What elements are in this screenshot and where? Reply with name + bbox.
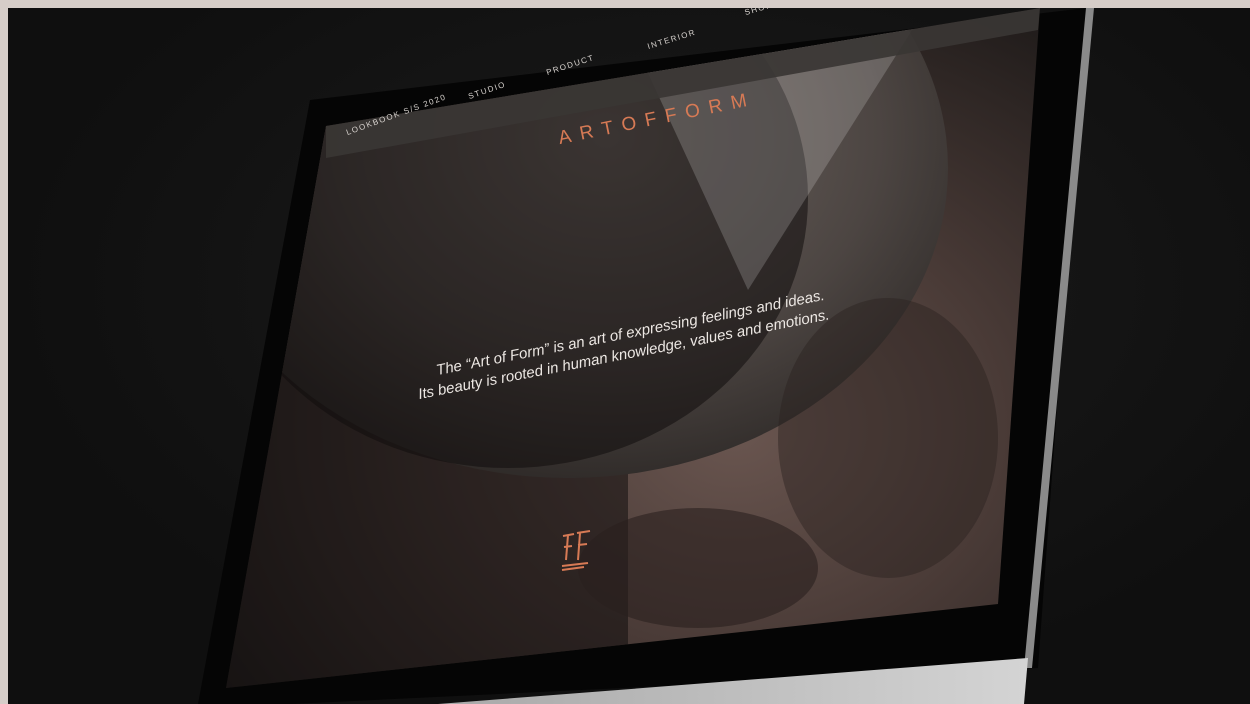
af-monogram-icon (560, 530, 594, 579)
mockup-scene: LOOKBOOK S/S 2020 STUDIO PRODUCT INTERIO… (8, 8, 1250, 704)
